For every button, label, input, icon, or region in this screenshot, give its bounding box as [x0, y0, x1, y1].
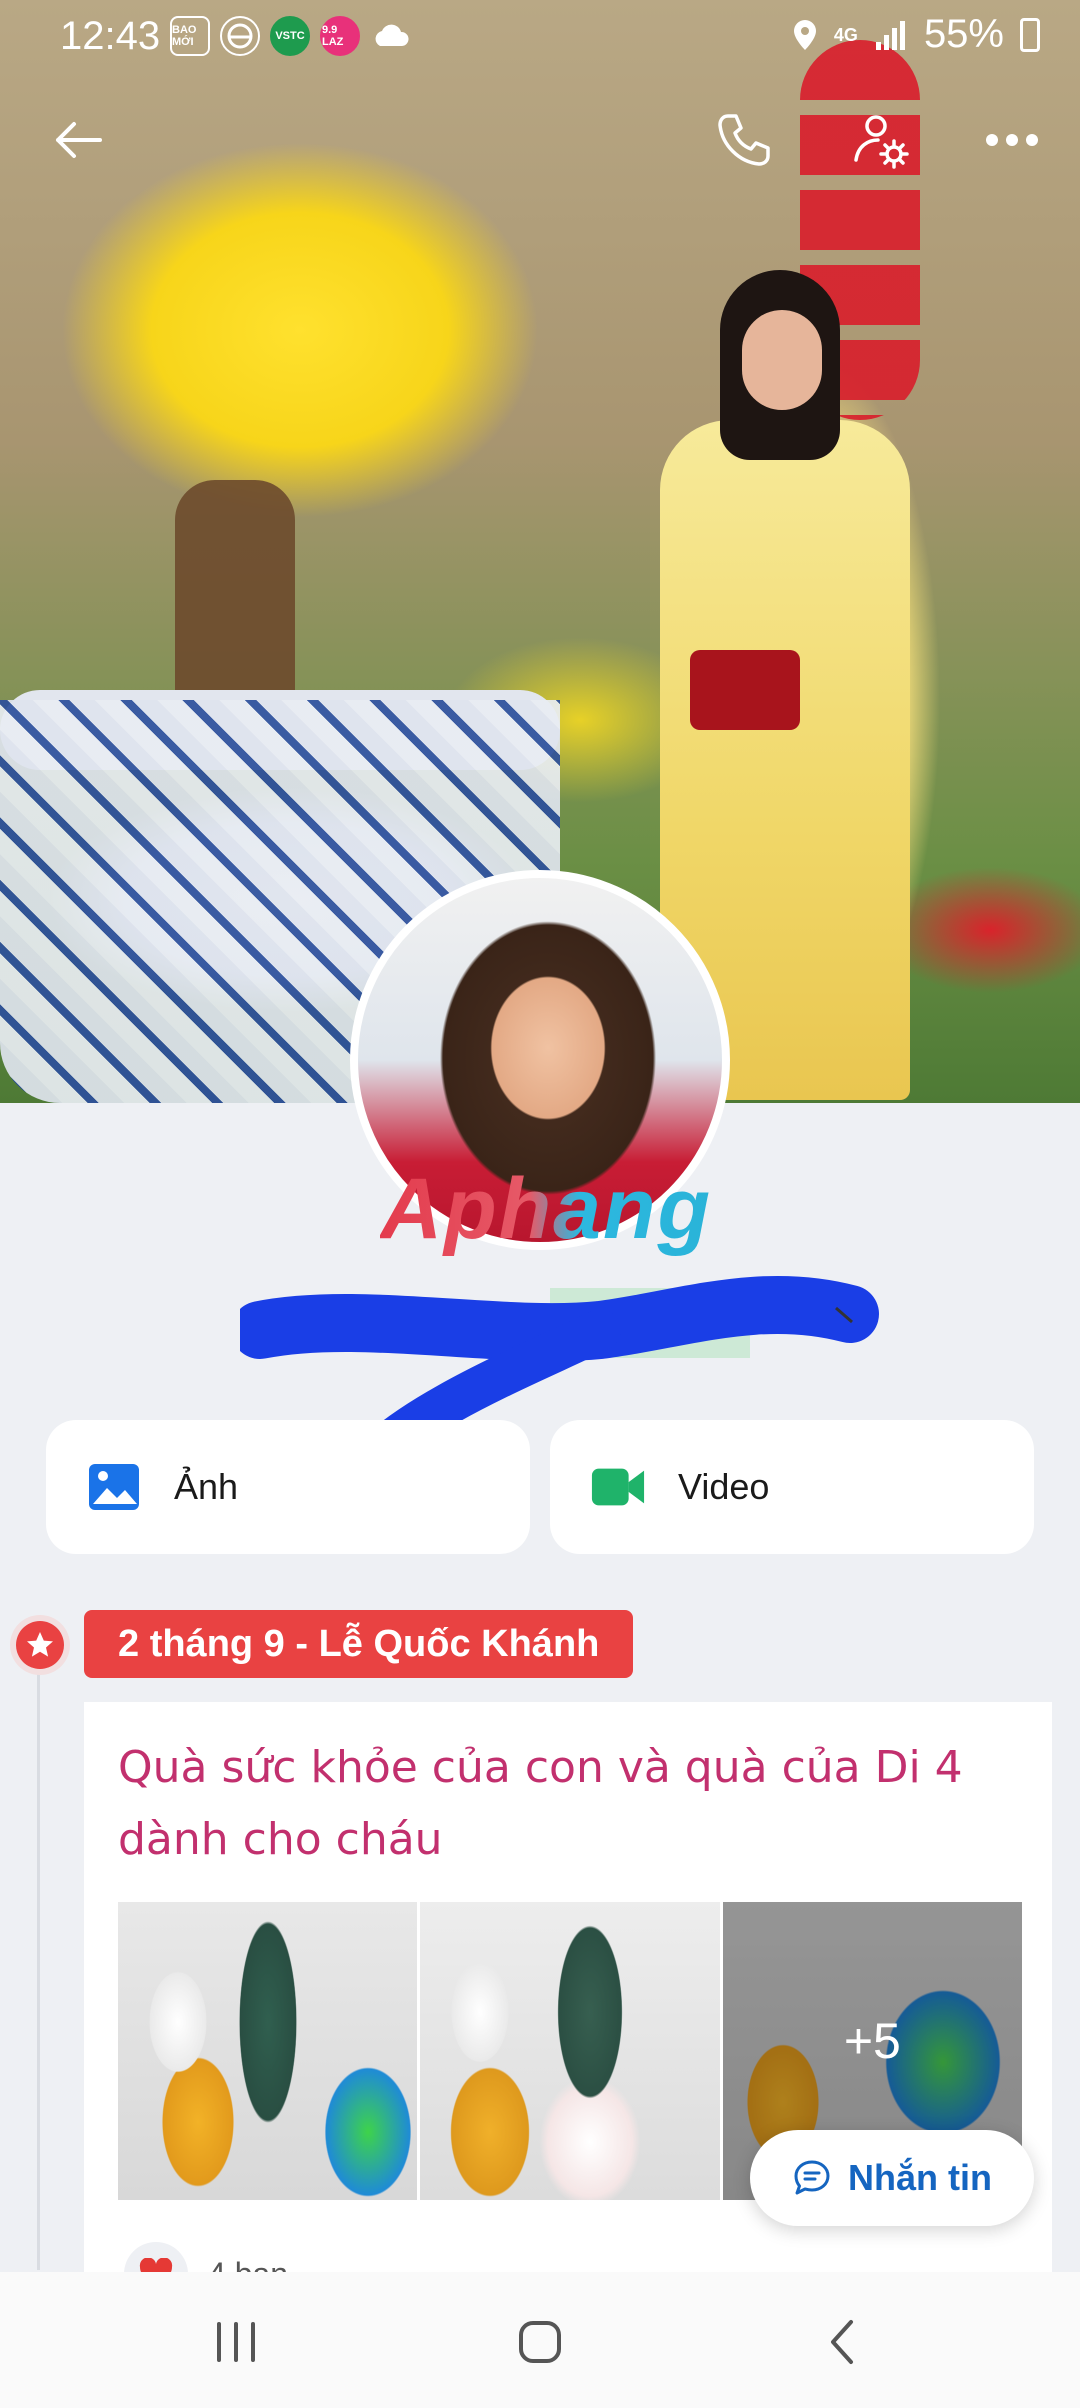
timeline-line: [37, 1620, 40, 2270]
message-button[interactable]: Nhắn tin: [750, 2130, 1034, 2226]
network-type: 4G: [833, 24, 858, 45]
battery-percent: 55%: [923, 12, 1004, 56]
post-title: Quà sức khỏe của con và quà của Di 4 dàn…: [118, 1742, 963, 1865]
video-label: Video: [678, 1466, 770, 1507]
star-icon: [27, 1632, 53, 1657]
recent-apps-button[interactable]: [196, 2302, 276, 2382]
chevron-left-icon: [831, 2320, 853, 2364]
home-button[interactable]: [500, 2302, 580, 2382]
message-button-label: Nhắn tin: [848, 2157, 992, 2198]
chat-bubble-icon: [794, 2160, 830, 2195]
signal-icon: [875, 20, 905, 50]
back-button[interactable]: [38, 100, 118, 180]
photos-label: Ảnh: [174, 1466, 239, 1507]
video-button[interactable]: Video: [550, 1420, 1034, 1554]
event-tag: 2 tháng 9 - Lễ Quốc Khánh: [84, 1610, 634, 1678]
video-camera-icon: [590, 1459, 646, 1515]
status-time: 12:43: [60, 14, 161, 58]
battery-icon: [1020, 17, 1040, 52]
navigation-bar: [0, 2272, 1080, 2408]
more-horizontal-icon: [986, 134, 1038, 146]
vstc-icon: VSTC: [270, 16, 310, 56]
call-button[interactable]: [704, 100, 784, 180]
image-icon: [86, 1459, 142, 1515]
location-icon: [793, 19, 816, 50]
status-bar: 12:43 BAO MỚI VSTC 9.9 LAZ 4G 55%: [0, 0, 1080, 70]
phone-icon: [718, 114, 770, 166]
lazada-99-icon: 9.9 LAZ: [320, 16, 360, 56]
more-photos-count: +5: [843, 2013, 901, 2069]
post-photo[interactable]: [420, 1902, 720, 2200]
cloud-icon: [370, 16, 410, 56]
cover-decoration: [175, 480, 295, 710]
timeline-marker: [10, 1615, 70, 1675]
back-arrow-icon: [56, 122, 102, 158]
photos-button[interactable]: Ảnh: [46, 1420, 530, 1554]
post-photo[interactable]: [118, 1902, 418, 2200]
user-settings-icon: [854, 115, 909, 169]
profile-settings-button[interactable]: [840, 100, 920, 180]
nav-back-button[interactable]: [802, 2302, 882, 2382]
steering-wheel-icon: [220, 16, 260, 56]
recent-apps-icon: [217, 2322, 255, 2362]
more-options-button[interactable]: [972, 100, 1052, 180]
home-icon: [519, 2321, 561, 2363]
watermark-text: Aphang: [380, 1161, 713, 1257]
baomoi-icon: BAO MỚI: [170, 16, 210, 56]
